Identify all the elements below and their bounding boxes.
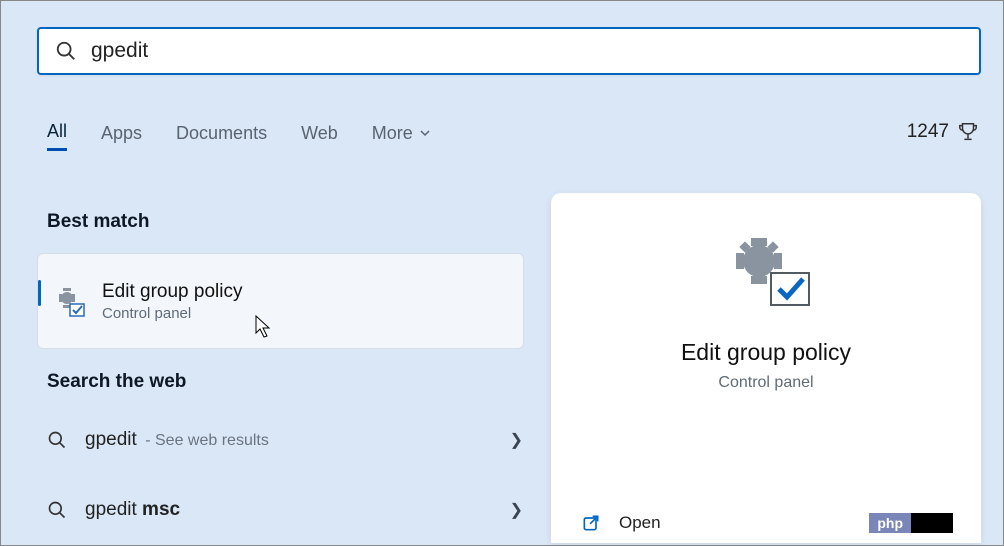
open-external-icon [581, 513, 601, 533]
search-input[interactable] [91, 39, 963, 63]
mouse-cursor-icon [255, 315, 273, 339]
search-bar[interactable] [37, 27, 981, 75]
preview-title: Edit group policy [681, 339, 851, 366]
chevron-right-icon: ❯ [510, 500, 523, 520]
result-title: Edit group policy [102, 281, 242, 303]
trophy-icon [957, 121, 979, 143]
filter-tabs: All Apps Documents Web More [47, 121, 431, 151]
web-result-text: gpedit msc [85, 499, 180, 521]
result-subtitle: Control panel [102, 305, 242, 322]
search-icon [47, 430, 67, 450]
web-result-gpedit[interactable]: gpedit - See web results ❯ [47, 429, 523, 451]
tab-documents[interactable]: Documents [176, 123, 267, 150]
gpedit-icon [52, 284, 86, 318]
web-result-text: gpedit - See web results [85, 429, 269, 451]
search-icon [55, 40, 77, 62]
watermark-badge: php [869, 513, 953, 533]
open-label: Open [619, 513, 661, 533]
open-action[interactable]: Open [581, 513, 661, 533]
best-match-result[interactable]: Edit group policy Control panel [37, 253, 524, 349]
best-match-heading: Best match [47, 211, 149, 233]
search-icon [47, 500, 67, 520]
chevron-right-icon: ❯ [510, 430, 523, 450]
tab-apps[interactable]: Apps [101, 123, 142, 150]
preview-subtitle: Control panel [718, 374, 813, 392]
rewards-points[interactable]: 1247 [907, 121, 979, 143]
search-web-heading: Search the web [47, 371, 186, 393]
tab-more[interactable]: More [372, 123, 431, 150]
gpedit-large-icon [721, 229, 811, 309]
web-result-gpedit-msc[interactable]: gpedit msc ❯ [47, 499, 523, 521]
chevron-down-icon [419, 127, 431, 139]
preview-panel: Edit group policy Control panel Open php [551, 193, 981, 543]
tab-web[interactable]: Web [301, 123, 338, 150]
rewards-count: 1247 [907, 121, 949, 143]
tab-all[interactable]: All [47, 121, 67, 151]
